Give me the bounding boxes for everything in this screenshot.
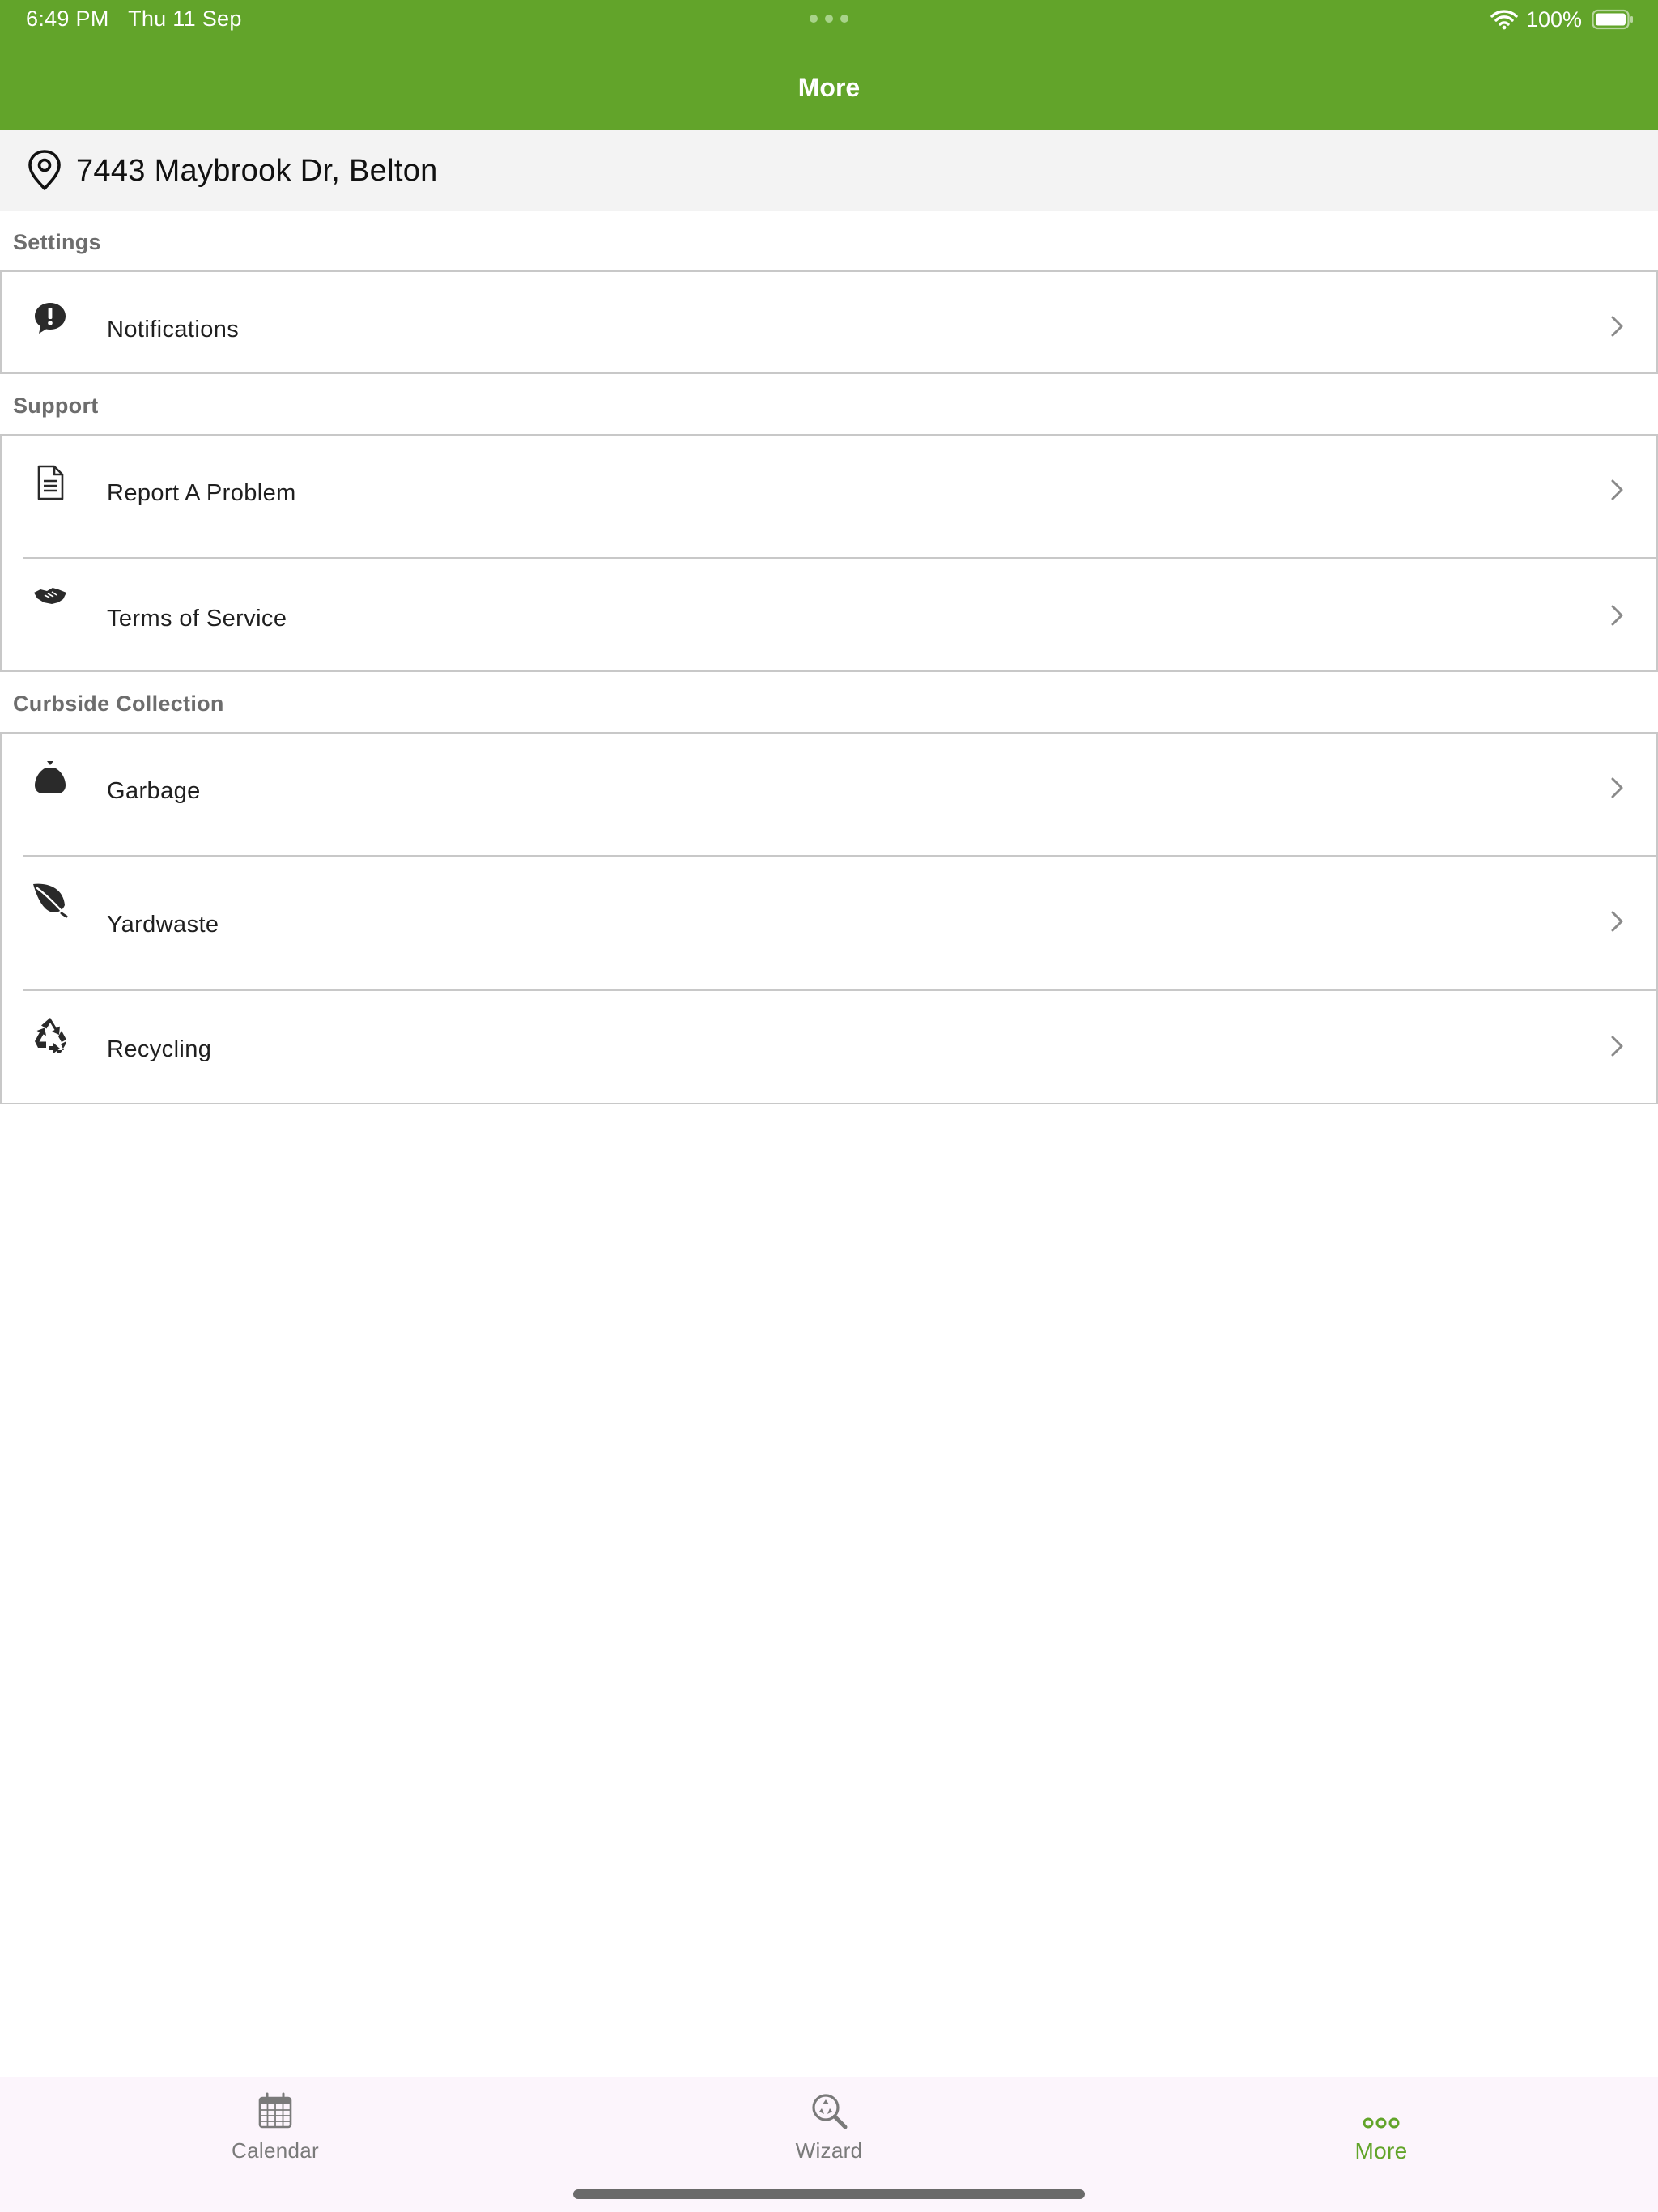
handshake-icon [34,588,66,604]
alert-bubble-icon [35,303,66,334]
status-time: 6:49 PM Thu 11 Sep [26,6,242,32]
page-title: More [797,73,861,102]
battery-icon [1592,9,1633,30]
list-item-notifications[interactable]: Notifications [2,272,1656,372]
curbside-group: Garbage Yardwaste Recycling [0,732,1658,1104]
more-dots-icon [1363,2117,1400,2129]
list-item-yardwaste[interactable]: Yardwaste [2,857,1656,989]
status-bar: 6:49 PM Thu 11 Sep 100% [0,0,1658,39]
list-item-label: Garbage [107,778,201,804]
chevron-right-icon [1611,777,1623,798]
section-header-settings: Settings [13,230,101,254]
list-item-label: Report A Problem [107,480,296,506]
garbage-bag-icon [35,761,66,793]
chevron-right-icon [1611,479,1623,500]
status-date: Thu 11 Sep [128,6,242,31]
multitasking-dots-icon[interactable] [810,15,848,23]
list-item-label: Notifications [107,317,240,342]
list-item-recycling[interactable]: Recycling [2,991,1656,1103]
chevron-right-icon [1611,1036,1623,1057]
location-pin-icon [28,150,61,190]
address-bar[interactable]: 7443 Maybrook Dr, Belton [0,130,1658,211]
list-item-label: Recycling [107,1036,212,1062]
recycle-icon [35,1018,66,1053]
document-icon [37,465,64,500]
list-item-label: Yardwaste [107,912,219,938]
chevron-right-icon [1611,316,1623,337]
address-text: 7443 Maybrook Dr, Belton [76,154,438,188]
chevron-right-icon [1611,911,1623,932]
wifi-icon [1490,10,1518,30]
status-indicators: 100% [1490,6,1634,32]
list-item-terms-of-service[interactable]: Terms of Service [2,559,1656,670]
magnifier-recycle-icon [812,2094,848,2129]
section-header-support: Support [13,393,99,418]
list-item-report-problem[interactable]: Report A Problem [2,436,1656,557]
status-clock: 6:49 PM [26,6,109,31]
chevron-right-icon [1611,605,1623,626]
battery-percentage: 100% [1525,6,1582,32]
settings-group: Notifications [0,270,1658,374]
tab-calendar[interactable]: Calendar [154,2077,397,2174]
tab-label-more: More [1354,2138,1408,2163]
tab-label-wizard: Wizard [795,2138,863,2163]
leaf-icon [33,883,68,918]
list-item-garbage[interactable]: Garbage [2,734,1656,855]
calendar-icon [258,2092,292,2129]
tab-more[interactable]: More [1260,2077,1503,2174]
section-header-curbside-collection: Curbside Collection [13,691,224,716]
home-indicator[interactable] [573,2189,1085,2199]
list-item-label: Terms of Service [107,606,287,632]
navigation-header: 6:49 PM Thu 11 Sep 100% More [0,0,1658,130]
tab-wizard[interactable]: Wizard [708,2077,950,2174]
tab-label-calendar: Calendar [232,2138,319,2163]
support-group: Report A Problem Terms of Service [0,434,1658,672]
